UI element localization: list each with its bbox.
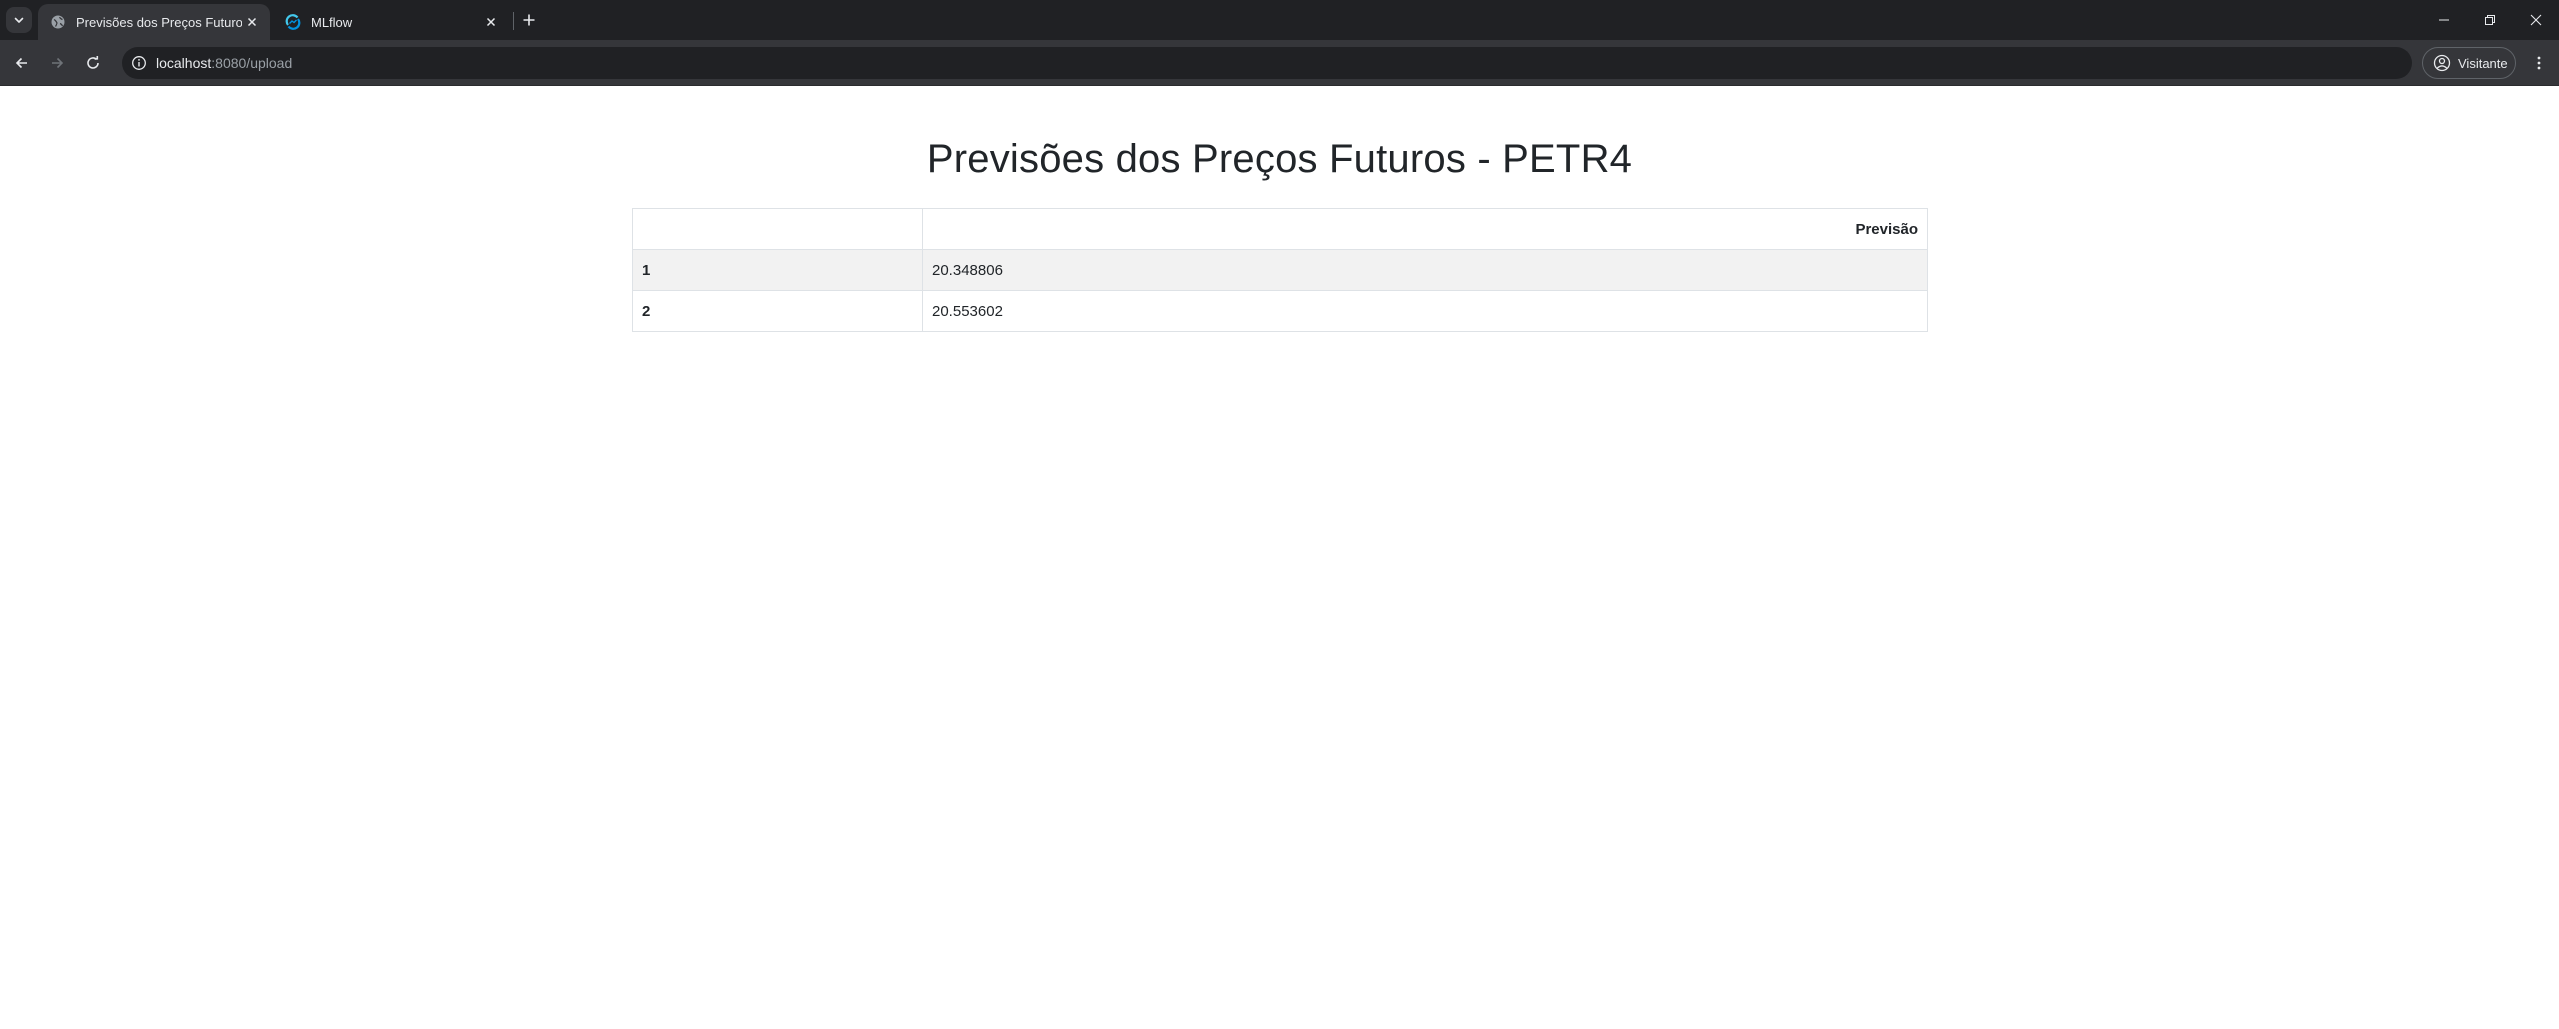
close-window-button[interactable] [2513, 0, 2559, 40]
close-icon [2530, 14, 2542, 26]
table-row: 1 20.348806 [632, 249, 1928, 291]
url-path: :8080/upload [211, 55, 293, 71]
url-text: localhost:8080/upload [156, 55, 292, 71]
tab-mlflow[interactable]: MLflow [273, 4, 509, 40]
prediction-value: 20.553602 [922, 290, 1928, 332]
tab-title: Previsões dos Preços Futuros - PETR4 [76, 14, 242, 30]
browser-tabstrip: Previsões dos Preços Futuros - PETR4 MLf… [0, 0, 2559, 40]
browser-toolbar: localhost:8080/upload Visitante [0, 40, 2559, 86]
site-info-button[interactable] [130, 54, 148, 72]
page-title: Previsões dos Preços Futuros - PETR4 [926, 137, 1633, 181]
new-tab-button[interactable] [518, 9, 540, 31]
info-icon [132, 56, 146, 70]
minimize-icon [2439, 19, 2449, 21]
restore-button[interactable] [2467, 0, 2513, 40]
tab-search-button[interactable] [6, 7, 32, 33]
chevron-down-icon [14, 17, 24, 23]
table-row: 2 20.553602 [632, 290, 1928, 332]
mlflow-logo-icon [285, 14, 301, 30]
forward-button[interactable] [44, 50, 70, 76]
url-host: localhost [156, 55, 212, 71]
tab-close-button[interactable] [481, 12, 501, 32]
index-column-header [632, 208, 923, 250]
back-button[interactable] [9, 50, 35, 76]
restore-icon [2485, 15, 2495, 25]
close-icon [486, 17, 496, 27]
tab-close-button[interactable] [242, 12, 262, 32]
browser-menu-button[interactable] [2526, 50, 2552, 76]
row-index: 1 [632, 249, 923, 291]
plus-icon [523, 14, 535, 26]
table-header-row: Previsão [632, 208, 1928, 250]
prediction-value: 20.348806 [922, 249, 1928, 291]
minimize-button[interactable] [2421, 0, 2467, 40]
tab-previsoes[interactable]: Previsões dos Preços Futuros - PETR4 [38, 4, 270, 40]
reload-icon [87, 56, 99, 69]
more-vert-icon [2537, 56, 2541, 70]
profile-button[interactable]: Visitante [2422, 47, 2516, 79]
profile-label: Visitante [2458, 55, 2508, 71]
tab-title: MLflow [311, 14, 353, 30]
globe-icon [51, 15, 65, 29]
reload-button[interactable] [80, 50, 106, 76]
prediction-column-header: Previsão [922, 208, 1928, 250]
page-content: Previsões dos Preços Futuros - PETR4 Pre… [0, 87, 2559, 1029]
tab-separator [513, 12, 514, 30]
arrow-left-icon [15, 57, 27, 69]
address-bar[interactable]: localhost:8080/upload [122, 47, 2412, 79]
person-icon [2433, 54, 2451, 72]
arrow-right-icon [52, 57, 64, 69]
predictions-table: Previsão 1 20.348806 2 20.553602 [632, 208, 1928, 332]
row-index: 2 [632, 290, 923, 332]
close-icon [247, 17, 257, 27]
